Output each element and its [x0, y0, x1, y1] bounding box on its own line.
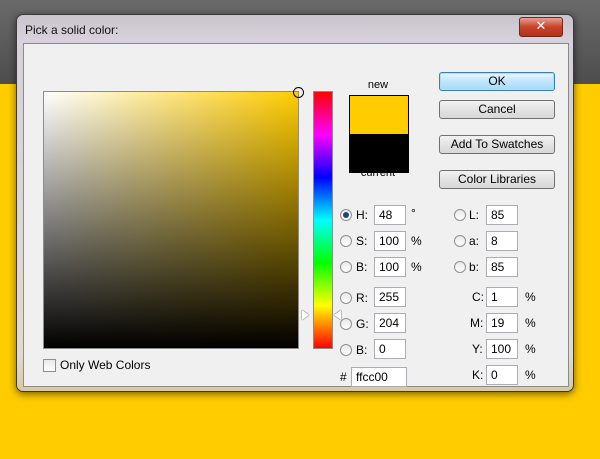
b-channel-label: b:	[469, 260, 480, 274]
magenta-input[interactable]	[486, 313, 518, 333]
lightness-label: L:	[469, 208, 480, 222]
cyan-input[interactable]	[486, 287, 518, 307]
brightness-unit: %	[411, 260, 422, 274]
yellow-label: Y:	[472, 342, 483, 356]
yellow-unit: %	[525, 342, 536, 356]
black-input[interactable]	[486, 365, 518, 385]
hue-slider-right-arrow-icon[interactable]	[334, 309, 341, 320]
cyan-label: C:	[472, 290, 484, 304]
hue-unit: °	[411, 206, 416, 220]
hue-slider-left-arrow-icon[interactable]	[302, 309, 309, 320]
red-input[interactable]	[374, 287, 406, 307]
saturation-label: S:	[356, 234, 368, 248]
red-radio[interactable]	[340, 292, 352, 304]
green-radio[interactable]	[340, 318, 352, 330]
hue-label: H:	[356, 208, 368, 222]
color-field[interactable]	[43, 87, 304, 349]
color-field-marker[interactable]	[293, 87, 304, 98]
hue-slider[interactable]	[313, 91, 333, 349]
black-unit: %	[525, 368, 536, 382]
hue-input[interactable]	[374, 205, 406, 225]
hex-input[interactable]	[351, 367, 407, 387]
only-web-colors-checkbox[interactable]	[43, 359, 56, 372]
a-channel-input[interactable]	[486, 231, 518, 251]
lightness-radio[interactable]	[454, 209, 466, 221]
dialog-client-area: new current OK Cancel Add To Swatches Co…	[23, 43, 569, 387]
new-swatch-label: new	[367, 79, 389, 91]
black-label: K:	[472, 368, 484, 382]
hex-label: #	[340, 370, 347, 384]
current-swatch-label: current	[360, 167, 396, 179]
saturation-radio[interactable]	[340, 235, 352, 247]
yellow-input[interactable]	[486, 339, 518, 359]
b-channel-radio[interactable]	[454, 261, 466, 273]
close-icon: ✕	[535, 19, 547, 34]
dialog-title: Pick a solid color:	[25, 23, 119, 37]
a-channel-radio[interactable]	[454, 235, 466, 247]
color-picker-dialog: Pick a solid color: ✕ new current OK Can…	[16, 14, 574, 392]
title-bar[interactable]: Pick a solid color: ✕	[17, 15, 573, 43]
blue-radio[interactable]	[340, 344, 352, 356]
close-button[interactable]: ✕	[519, 17, 563, 37]
blue-label: B:	[356, 343, 368, 357]
magenta-label: M:	[470, 316, 484, 330]
green-label: G:	[356, 317, 369, 331]
color-libraries-button[interactable]: Color Libraries	[439, 170, 555, 189]
saturation-unit: %	[411, 234, 422, 248]
new-color-swatch[interactable]	[350, 96, 408, 134]
swatch-preview	[349, 95, 409, 173]
add-to-swatches-button[interactable]: Add To Swatches	[439, 135, 555, 154]
ok-button[interactable]: OK	[439, 72, 555, 91]
hue-radio[interactable]	[340, 209, 352, 221]
only-web-colors-label: Only Web Colors	[60, 358, 151, 372]
cancel-button[interactable]: Cancel	[439, 100, 555, 119]
lightness-input[interactable]	[486, 205, 518, 225]
green-input[interactable]	[374, 313, 406, 333]
brightness-radio[interactable]	[340, 261, 352, 273]
brightness-label: B:	[356, 260, 368, 274]
red-label: R:	[356, 291, 368, 305]
a-channel-label: a:	[469, 234, 480, 248]
cyan-unit: %	[525, 290, 536, 304]
magenta-unit: %	[525, 316, 536, 330]
blue-input[interactable]	[374, 339, 406, 359]
b-channel-input[interactable]	[486, 257, 518, 277]
saturation-input[interactable]	[374, 231, 406, 251]
brightness-input[interactable]	[374, 257, 406, 277]
